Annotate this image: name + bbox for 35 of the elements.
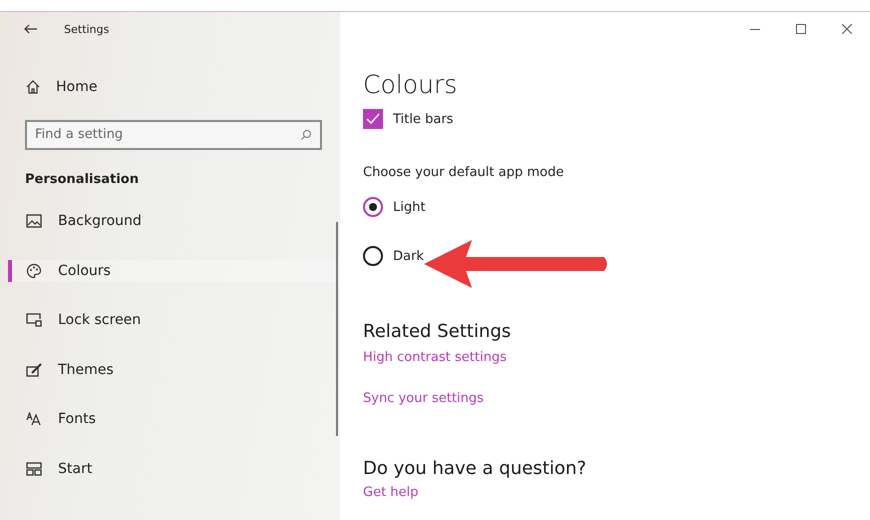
section-heading: Related Settings <box>363 321 512 342</box>
nav-item[interactable]: Start <box>0 444 340 494</box>
radio-button[interactable] <box>363 246 383 266</box>
help-link[interactable]: Get help <box>363 485 418 500</box>
close-icon <box>842 24 852 34</box>
fonts-icon <box>26 412 42 426</box>
checkbox[interactable] <box>363 109 383 129</box>
maximize-icon <box>796 24 806 34</box>
radio-button[interactable] <box>363 197 383 217</box>
minimize-icon <box>750 28 760 30</box>
nav-item[interactable]: Lock screen <box>0 296 340 345</box>
checkbox-label: Title bars <box>393 112 454 126</box>
checkmark-icon <box>366 113 380 125</box>
home-nav-item[interactable]: Home <box>0 62 340 112</box>
page-heading: Colours <box>363 70 458 99</box>
option-label: Choose your default app mode <box>363 165 565 180</box>
home-icon <box>26 80 40 94</box>
search-icon <box>300 128 312 140</box>
nav-item[interactable]: Themes <box>0 345 340 394</box>
brush-icon <box>26 362 42 377</box>
section-heading: Do you have a question? <box>363 458 588 479</box>
settings-link[interactable]: Sync your settings <box>363 391 484 406</box>
nav-item[interactable]: Background <box>0 196 340 246</box>
palette-icon <box>26 262 42 279</box>
radio-label: Dark <box>393 248 424 264</box>
radio-label: Light <box>393 200 426 214</box>
lock-screen-icon <box>26 313 42 328</box>
search-field[interactable]: Find a setting <box>25 120 322 150</box>
picture-frame-icon <box>26 214 42 228</box>
back-button[interactable] <box>24 24 38 34</box>
tiles-icon <box>26 462 42 476</box>
window-title: Settings <box>64 22 110 36</box>
section-heading: Personalisation <box>24 170 140 188</box>
settings-link[interactable]: High contrast settings <box>363 350 507 365</box>
nav-item[interactable]: Fonts <box>0 394 340 444</box>
